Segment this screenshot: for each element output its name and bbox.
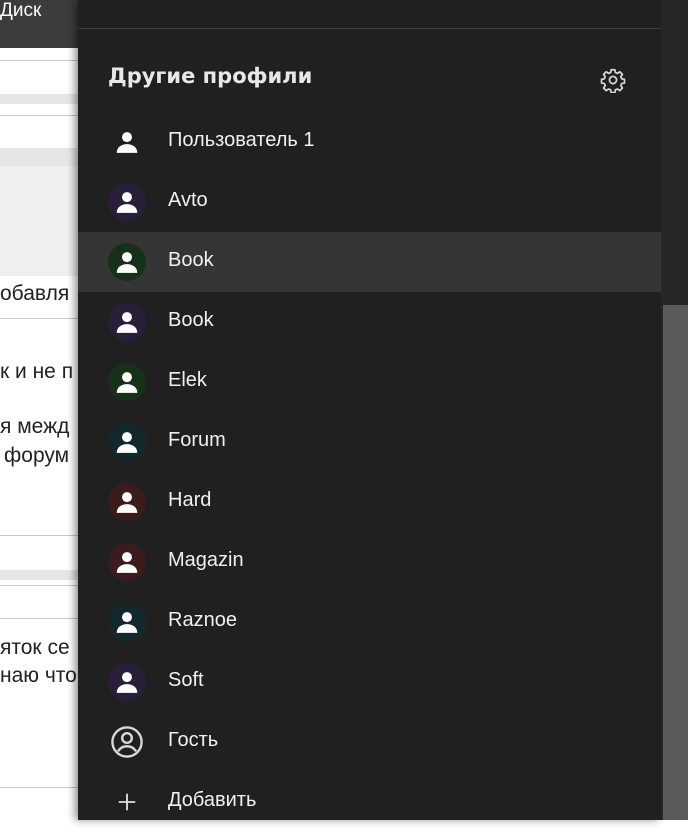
avatar (108, 123, 146, 161)
profile-label: Пользователь 1 (168, 129, 315, 151)
profile-item-1[interactable]: Avto (78, 172, 661, 232)
background-text: яток се (0, 636, 70, 659)
avatar (108, 363, 146, 401)
profile-label: Magazin (168, 549, 244, 571)
background-divider (0, 318, 78, 319)
background-divider (0, 618, 78, 619)
profile-item-3[interactable]: Book (78, 292, 661, 352)
profile-item-8[interactable]: Raznoe (78, 592, 661, 652)
avatar (108, 663, 146, 701)
background-band (0, 570, 78, 580)
avatar (108, 543, 146, 581)
background-band (0, 166, 78, 276)
profile-label: Book (168, 249, 214, 271)
panel-divider (78, 28, 661, 29)
profile-item-7[interactable]: Magazin (78, 532, 661, 592)
person-icon (116, 492, 138, 513)
person-icon (116, 252, 138, 273)
person-icon (116, 312, 138, 333)
background-band (0, 94, 78, 104)
plus-icon (118, 793, 136, 811)
panel-title: Другие профили (108, 64, 313, 88)
background-band (0, 148, 78, 166)
person-icon (116, 192, 138, 213)
settings-button[interactable] (598, 65, 628, 95)
background-divider (0, 787, 78, 788)
profile-label: Raznoe (168, 609, 237, 631)
avatar (108, 723, 146, 761)
profile-item-0[interactable]: Пользователь 1 (78, 112, 661, 172)
gear-icon (600, 68, 626, 93)
profile-item-4[interactable]: Elek (78, 352, 661, 412)
guest-profile-item[interactable]: Гость (78, 712, 661, 772)
guest-label: Гость (168, 729, 219, 751)
add-profile-label: Добавить (168, 789, 257, 811)
avatar (108, 243, 146, 281)
person-icon (116, 132, 138, 153)
background-divider (0, 585, 78, 586)
profiles-flyout: Другие профили Пользователь 1 Avto Book (78, 0, 661, 820)
avatar (108, 303, 146, 341)
background-divider (0, 115, 78, 116)
scrollbar-thumb[interactable] (663, 305, 688, 820)
profile-label: Avto (168, 189, 208, 211)
add-profile-button[interactable]: Добавить (78, 772, 661, 832)
profile-label: Elek (168, 369, 207, 391)
profile-item-5[interactable]: Forum (78, 412, 661, 472)
avatar (108, 483, 146, 521)
profiles-list: Пользователь 1 Avto Book Book Elek Forum… (78, 112, 661, 832)
profile-item-2[interactable]: Book (78, 232, 661, 292)
background-divider (0, 535, 78, 536)
profile-label: Soft (168, 669, 204, 691)
avatar (108, 603, 146, 641)
profile-label: Book (168, 309, 214, 331)
background-text: к и не п (0, 360, 74, 383)
background-text: наю что (0, 664, 77, 687)
person-icon (116, 552, 138, 573)
profile-label: Forum (168, 429, 226, 451)
add-icon-wrap (108, 783, 146, 821)
background-text: форум (4, 444, 70, 467)
profile-item-9[interactable]: Soft (78, 652, 661, 712)
person-icon (116, 432, 138, 453)
avatar (108, 183, 146, 221)
disk-tab-label[interactable]: Диск (0, 0, 41, 22)
profile-label: Hard (168, 489, 212, 511)
background-divider (0, 60, 78, 61)
person-icon (116, 612, 138, 633)
profile-item-6[interactable]: Hard (78, 472, 661, 532)
guest-circle-icon (111, 726, 143, 758)
background-text: я межд (0, 415, 70, 438)
person-icon (116, 672, 138, 693)
background-text: обавля (0, 282, 70, 305)
person-icon (116, 372, 138, 393)
avatar (108, 423, 146, 461)
